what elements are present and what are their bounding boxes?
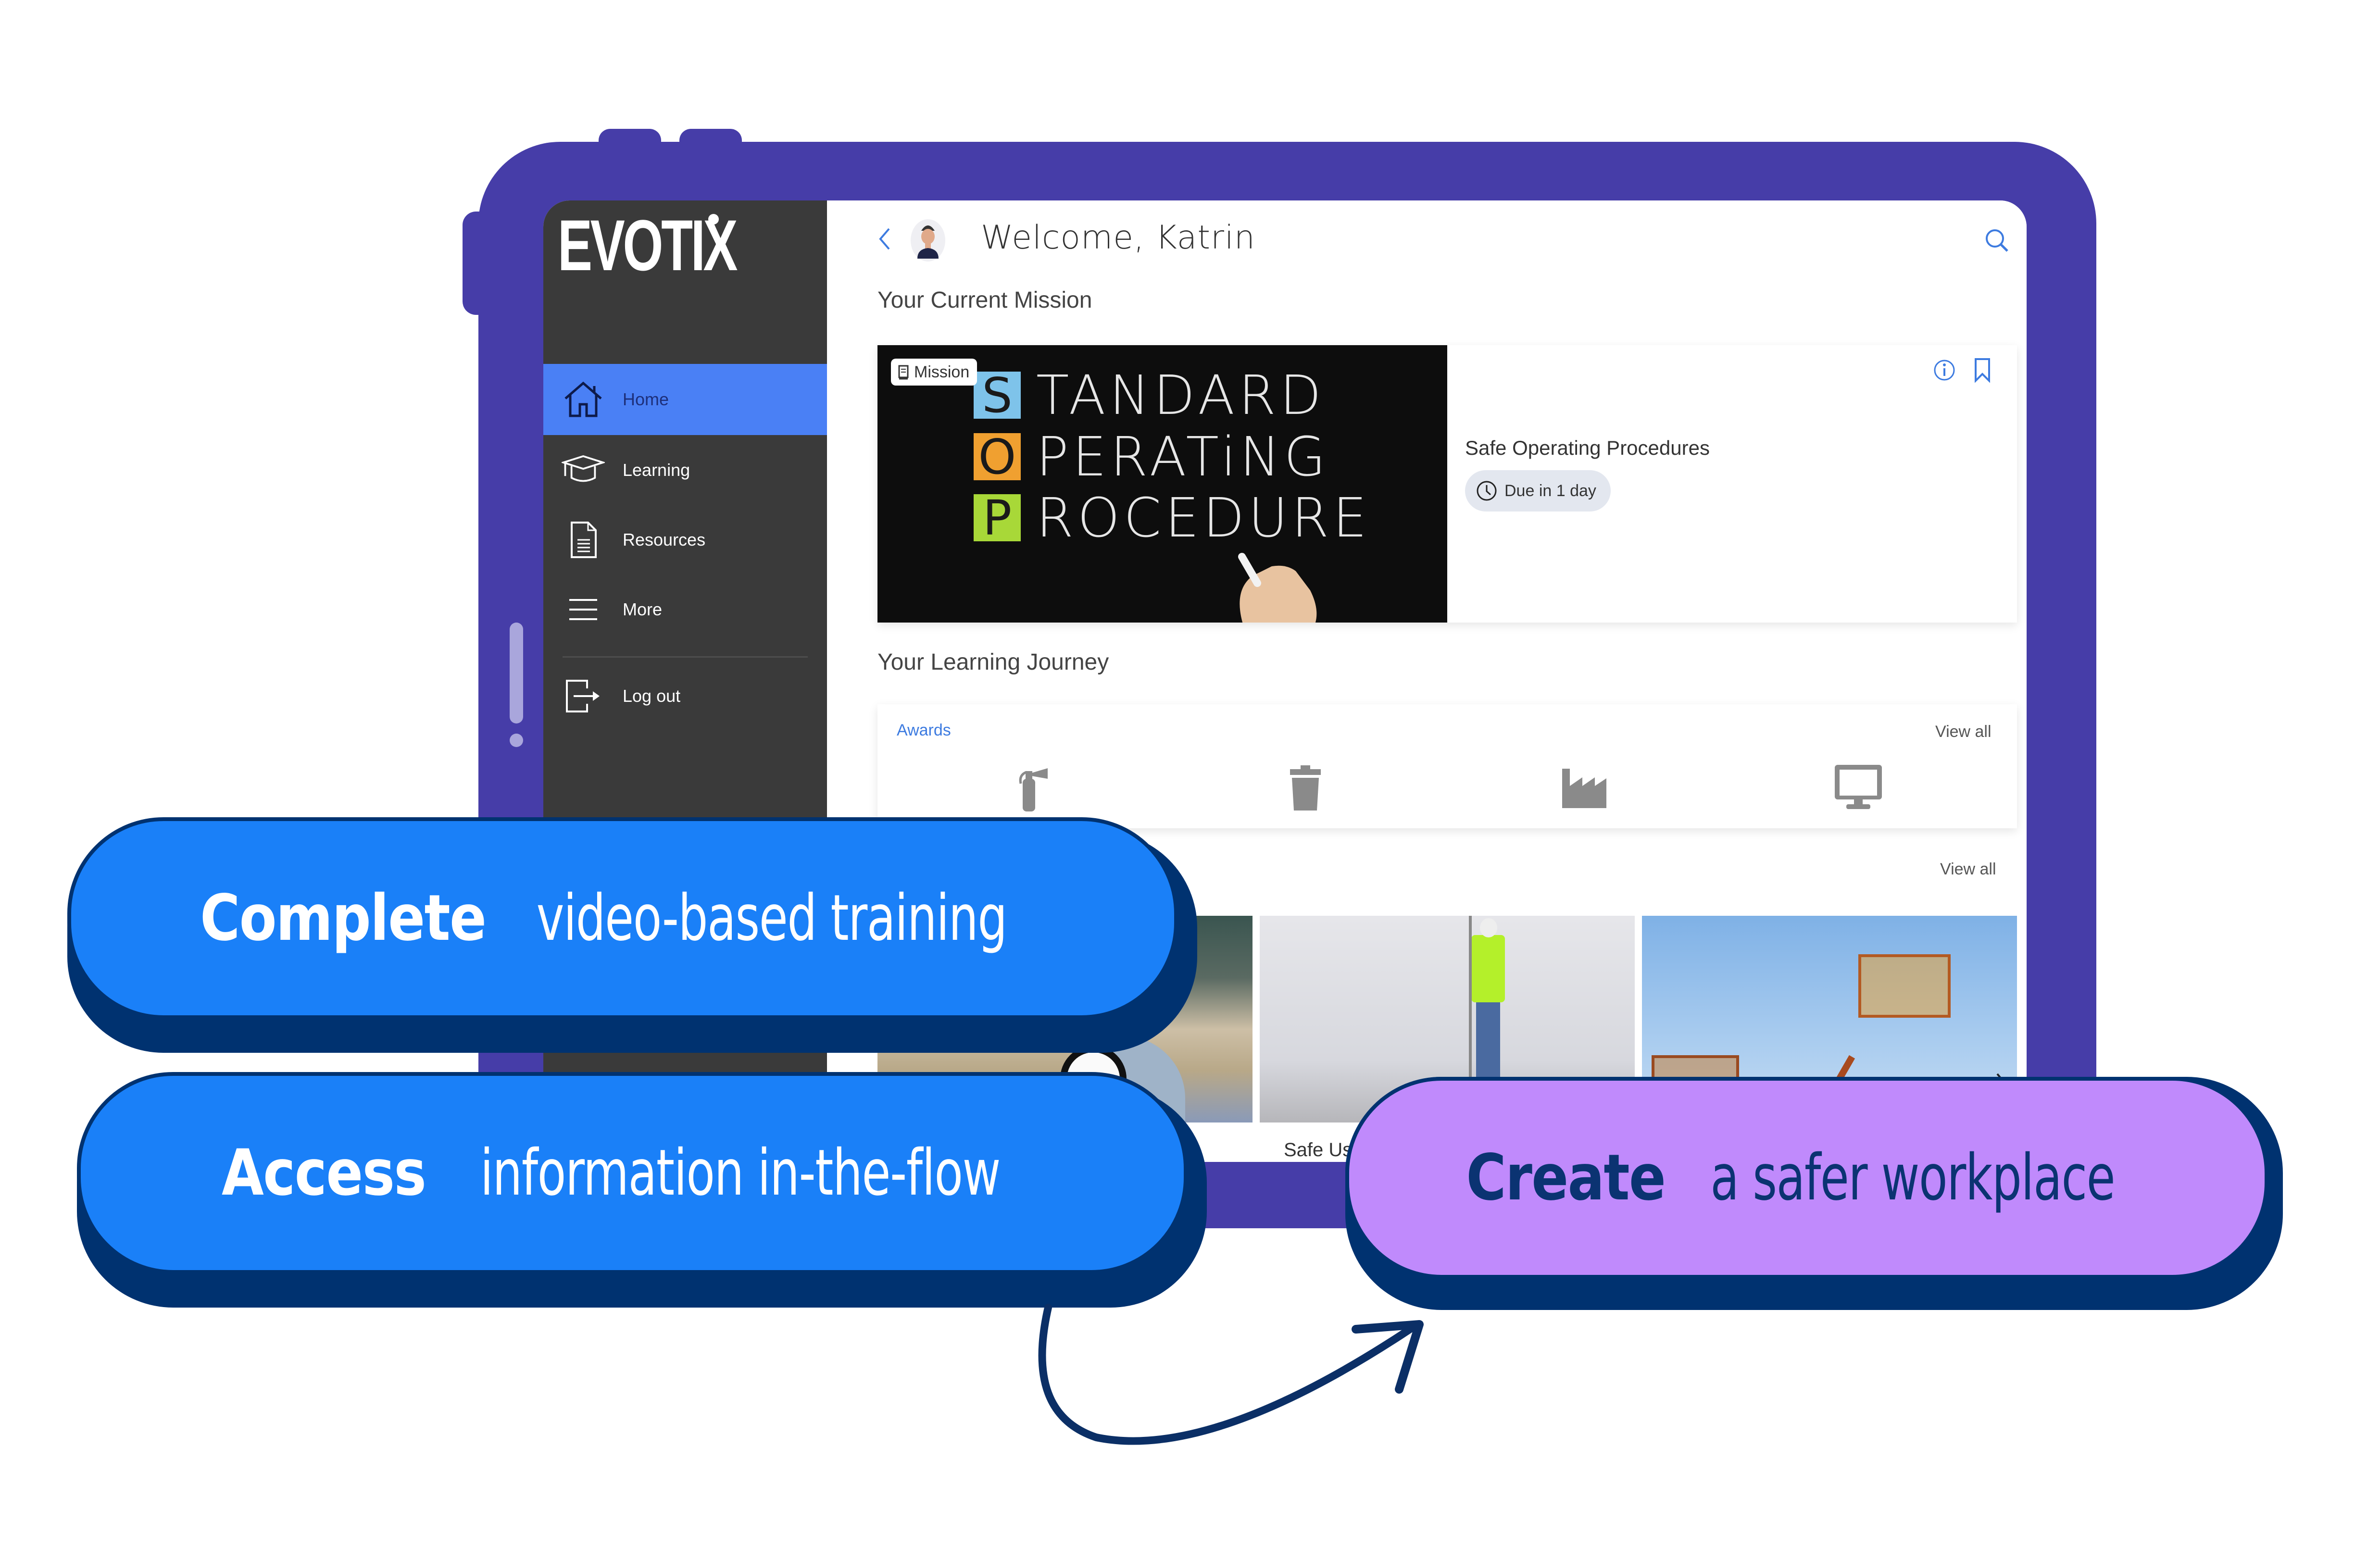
sop-line-1: TANDARD bbox=[1036, 364, 1326, 427]
tablet-volume-slider bbox=[510, 623, 523, 723]
bookmark-icon bbox=[1975, 358, 1990, 383]
callout-create: Create a safer workplace bbox=[1345, 1077, 2268, 1279]
thumbnail-worker-head bbox=[1480, 918, 1497, 937]
sidebar-divider bbox=[563, 656, 808, 658]
avatar[interactable] bbox=[909, 217, 947, 265]
callout-rest: video-based training bbox=[536, 881, 1008, 955]
fire-extinguisher-icon bbox=[1019, 768, 1048, 811]
sidebar-item-resources[interactable]: Resources bbox=[543, 505, 827, 574]
sop-letter-s: S bbox=[974, 367, 1021, 424]
sidebar-item-label: Resources bbox=[623, 529, 706, 549]
curved-arrow-icon bbox=[1038, 1304, 1424, 1445]
due-label: Due in 1 day bbox=[1504, 481, 1596, 500]
home-icon bbox=[562, 378, 605, 421]
sidebar-item-label: Learning bbox=[623, 460, 690, 480]
due-badge: Due in 1 day bbox=[1465, 470, 1611, 511]
tablet-volume-dot bbox=[510, 734, 523, 747]
bookmark-button[interactable] bbox=[1974, 358, 1993, 384]
clock-icon bbox=[1477, 481, 1497, 501]
graduation-cap-icon bbox=[562, 449, 605, 492]
awards-view-all-link[interactable]: View all bbox=[1935, 723, 1992, 741]
callout-rest: a safer workplace bbox=[1710, 1141, 2115, 1215]
sidebar-item-label: Log out bbox=[623, 686, 681, 706]
mission-tag-label: Mission bbox=[914, 362, 970, 381]
sop-letter-o: O bbox=[974, 429, 1021, 485]
sidebar-item-logout[interactable]: Log out bbox=[543, 661, 827, 731]
callout-complete: Complete video-based training bbox=[67, 817, 1178, 1019]
factory-icon bbox=[1562, 769, 1606, 808]
thumbnail-lift-1 bbox=[1858, 954, 1951, 1018]
sidebar-item-label: More bbox=[623, 599, 663, 619]
sidebar-item-learning[interactable]: Learning bbox=[543, 435, 827, 505]
brand-logo-dot bbox=[708, 214, 719, 224]
mission-card[interactable]: S O P TANDARD PERATiNG ROCEDURE Mission bbox=[877, 345, 2017, 623]
search-icon bbox=[1986, 229, 2008, 252]
sidebar-item-more[interactable]: More bbox=[543, 574, 827, 644]
info-button[interactable] bbox=[1933, 359, 1956, 382]
mission-image: S O P TANDARD PERATiNG ROCEDURE Mission bbox=[877, 345, 1447, 623]
monitor-icon bbox=[1835, 765, 1882, 809]
hand-with-chalk bbox=[1238, 553, 1317, 623]
current-mission-title: Your Current Mission bbox=[877, 287, 1092, 313]
back-button[interactable] bbox=[877, 227, 897, 256]
callout-strong: Access bbox=[222, 1136, 426, 1210]
welcome-heading: Welcome, Katrin bbox=[981, 219, 1255, 257]
menu-icon bbox=[562, 588, 605, 631]
document-icon bbox=[562, 518, 605, 561]
sop-line-2: PERATiNG bbox=[1036, 426, 1330, 488]
logout-icon bbox=[562, 674, 605, 718]
trash-bin-icon bbox=[1290, 765, 1321, 811]
mission-tag: Mission bbox=[891, 359, 977, 386]
search-button[interactable] bbox=[1983, 227, 2012, 256]
awards-card: Awards View all bbox=[877, 704, 2017, 828]
sidebar-item-home[interactable]: Home bbox=[543, 364, 827, 435]
mission-title[interactable]: Safe Operating Procedures bbox=[1465, 437, 1710, 460]
learning-journey-title: Your Learning Journey bbox=[877, 649, 1109, 675]
chevron-left-icon bbox=[879, 228, 890, 250]
thumbnail-worker-vest bbox=[1471, 935, 1505, 1002]
callout-strong: Complete bbox=[200, 881, 487, 955]
book-icon bbox=[898, 365, 909, 380]
sidebar-item-label: Home bbox=[623, 389, 669, 409]
awards-label: Awards bbox=[897, 721, 951, 739]
callout-rest: information in-the-flow bbox=[480, 1136, 1001, 1210]
courses-view-all-link[interactable]: View all bbox=[1940, 860, 1996, 879]
callout-strong: Create bbox=[1466, 1141, 1666, 1215]
info-icon bbox=[1934, 360, 1955, 381]
sop-letter-p: P bbox=[974, 490, 1021, 546]
